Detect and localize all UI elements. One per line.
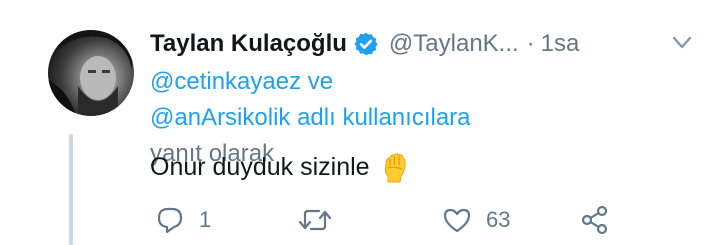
mention-link[interactable]: @anArsikolik <box>150 104 290 131</box>
timestamp[interactable]: 1sa <box>541 30 580 58</box>
heart-icon <box>443 208 471 233</box>
like-button[interactable]: 63 <box>442 200 510 240</box>
separator-dot: · <box>526 30 535 57</box>
share-icon <box>581 205 608 235</box>
tweet-text: Onur duyduk sizinle <box>150 150 410 184</box>
reply-users-link[interactable]: adlı kullanıcılara <box>297 104 470 131</box>
tweet-header: Taylan Kulaçoğlu @TaylanK... · 1sa <box>150 26 710 62</box>
thread-line <box>69 134 73 245</box>
verified-badge-icon <box>353 31 379 57</box>
author-name[interactable]: Taylan Kulaçoğlu <box>150 30 347 58</box>
retweet-button[interactable] <box>298 200 346 240</box>
raised-fist-icon <box>378 151 410 183</box>
tweet-card[interactable]: Taylan Kulaçoğlu @TaylanK... · 1sa @ceti… <box>0 0 712 245</box>
retweet-icon <box>298 209 332 231</box>
reply-button[interactable]: 1 <box>155 200 211 240</box>
tweet-body: Onur duyduk sizinle <box>150 153 370 181</box>
action-bar: 1 63 <box>150 200 710 240</box>
reply-icon <box>157 207 183 234</box>
reply-conjunction: ve <box>307 68 334 95</box>
chevron-down-icon[interactable] <box>672 36 692 50</box>
reply-count: 1 <box>199 207 212 232</box>
share-button[interactable] <box>580 200 624 240</box>
avatar[interactable] <box>48 30 134 116</box>
author-handle[interactable]: @TaylanK... <box>389 30 519 58</box>
like-count: 63 <box>486 207 511 232</box>
mention-link[interactable]: @cetinkayaez <box>150 68 301 95</box>
avatar-image <box>48 30 134 116</box>
